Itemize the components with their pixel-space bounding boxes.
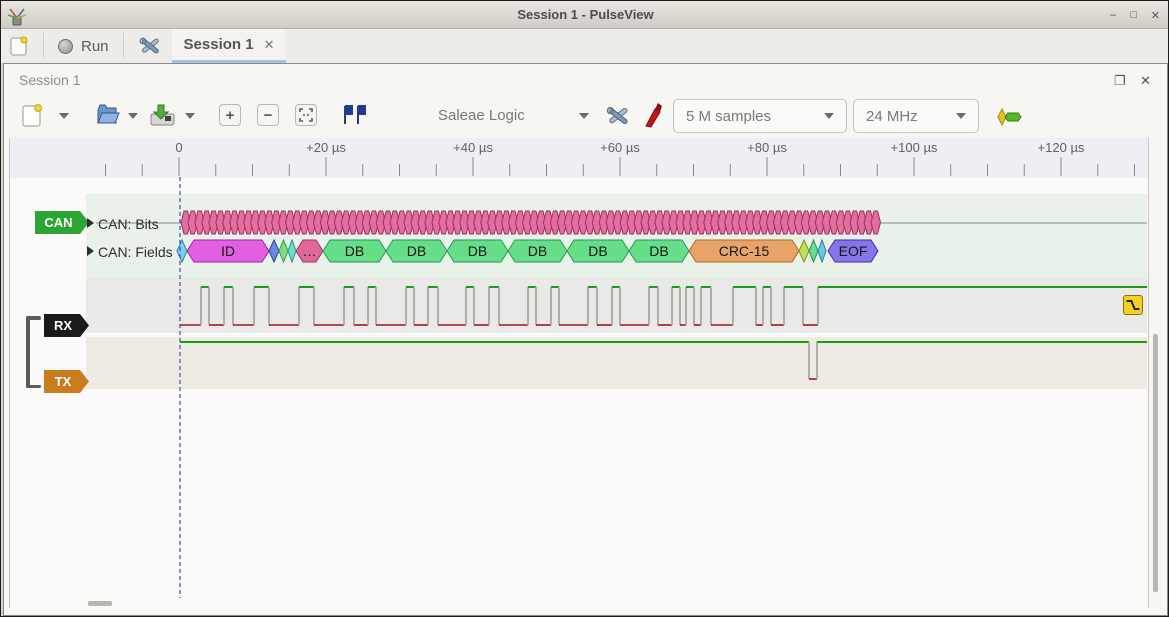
tab-close-button[interactable]: ✕ [264, 37, 275, 53]
channel-group-bracket [26, 316, 30, 388]
main-toolbar: Run Session 1 ✕ [1, 29, 1169, 63]
settings-button[interactable] [130, 29, 170, 63]
maximize-button[interactable]: □ [1130, 9, 1137, 21]
bits-row-label: CAN: Bits [98, 216, 159, 232]
pulseview-window: Session 1 - PulseView – □ ✕ Run [0, 0, 1169, 617]
toolbar-separator [123, 33, 124, 59]
sample-count-dropdown-arrow [824, 113, 834, 119]
channel-group-bracket [26, 385, 41, 389]
time-ruler[interactable] [10, 138, 1148, 178]
open-button[interactable] [95, 102, 121, 131]
channels-button[interactable] [640, 101, 664, 134]
device-config-button[interactable] [605, 103, 631, 134]
sample-rate-select[interactable]: 24 MHz [853, 99, 979, 133]
toolbar-separator [43, 33, 44, 59]
subwindow-title: Session 1 [19, 72, 80, 88]
run-button[interactable]: Run [50, 29, 117, 63]
subwindow-restore-button[interactable]: ❐ [1114, 73, 1126, 89]
open-folder-icon [95, 102, 121, 126]
zoom-out-button[interactable]: − [257, 104, 279, 126]
titlebar[interactable]: Session 1 - PulseView – □ ✕ [1, 1, 1169, 29]
wrench-icon [605, 103, 631, 129]
window-title: Session 1 - PulseView [1, 7, 1169, 22]
open-dropdown-arrow[interactable] [128, 113, 138, 119]
zoom-out-icon: − [264, 107, 273, 124]
can-decoder-tag[interactable]: CAN [35, 211, 89, 234]
new-file-dropdown-arrow[interactable] [59, 113, 69, 119]
zoom-in-icon: + [226, 107, 235, 124]
trigger-setup-button[interactable] [341, 104, 367, 131]
horizontal-scrollbar-thumb[interactable] [88, 601, 112, 606]
tools-icon [138, 34, 162, 58]
save-dropdown-arrow[interactable] [185, 113, 195, 119]
subwindow-close-button[interactable]: ✕ [1140, 73, 1151, 89]
minimize-button[interactable]: – [1110, 9, 1116, 21]
run-label: Run [81, 38, 109, 55]
save-button[interactable] [149, 102, 176, 132]
rx-row-background[interactable] [86, 278, 1147, 333]
add-decoder-button[interactable] [996, 107, 1024, 132]
new-file-button[interactable] [21, 102, 43, 133]
run-state-icon [58, 39, 73, 54]
channel-group-bracket [26, 316, 41, 320]
fields-row-expander[interactable] [87, 246, 94, 256]
probe-icon [640, 101, 664, 129]
bits-row-expander[interactable] [87, 218, 94, 228]
trigger-marker[interactable] [1123, 295, 1143, 315]
save-icon [149, 102, 176, 127]
sample-count-select[interactable]: 5 M samples [673, 99, 847, 133]
zoom-fit-icon [299, 108, 313, 122]
sample-count-value: 5 M samples [686, 108, 771, 125]
sample-rate-value: 24 MHz [866, 108, 918, 125]
tab-label: Session 1 [184, 36, 254, 53]
device-dropdown-arrow[interactable] [579, 113, 589, 119]
device-selector[interactable]: Saleae Logic [438, 107, 525, 124]
new-session-icon [9, 35, 29, 57]
decoder-rows-background[interactable] [86, 194, 1147, 278]
tab-session-1[interactable]: Session 1 ✕ [172, 29, 287, 63]
fields-row-label: CAN: Fields [98, 244, 173, 260]
tx-row-background[interactable] [86, 337, 1147, 389]
zoom-fit-button[interactable] [295, 104, 317, 126]
vertical-scrollbar-thumb[interactable] [1153, 334, 1158, 592]
trigger-flags-icon [341, 104, 367, 126]
new-session-button[interactable] [1, 29, 37, 63]
sample-rate-dropdown-arrow [956, 113, 966, 119]
new-file-icon [21, 102, 43, 128]
zoom-in-button[interactable]: + [219, 104, 241, 126]
rx-channel-tag[interactable]: RX [44, 314, 89, 337]
tx-channel-tag[interactable]: TX [44, 370, 89, 393]
falling-edge-icon [1125, 297, 1141, 313]
close-button[interactable]: ✕ [1151, 9, 1160, 22]
decoder-icon [996, 107, 1024, 127]
